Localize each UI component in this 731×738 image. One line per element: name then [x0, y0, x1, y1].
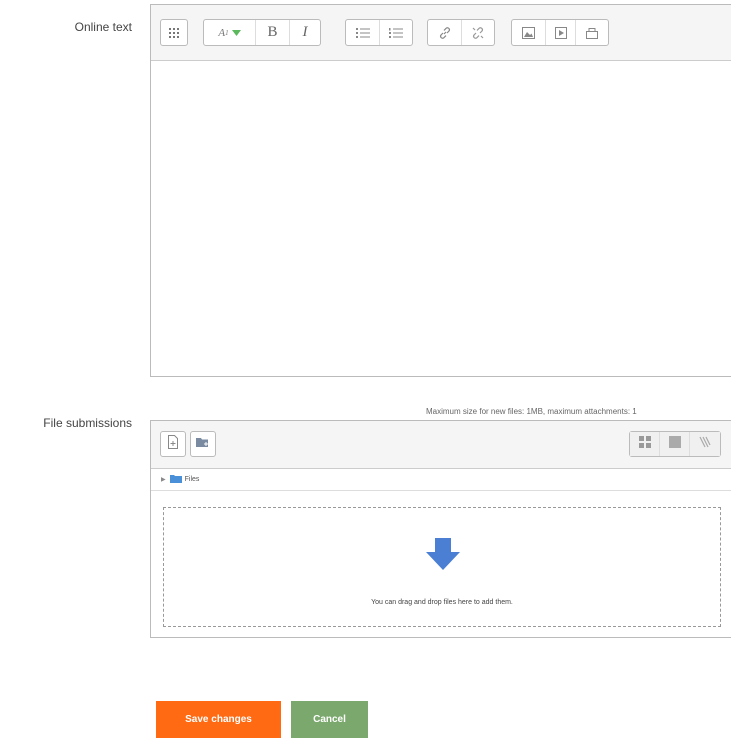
list-view-button[interactable]: [660, 432, 690, 456]
icon-view-button[interactable]: [630, 432, 660, 456]
icon-view-icon: [638, 435, 651, 453]
save-changes-button[interactable]: Save changes: [156, 701, 281, 738]
arrow-down-icon: [426, 538, 460, 575]
unlink-icon: [471, 26, 485, 40]
folder-icon: [169, 474, 182, 485]
max-size-note: Maximum size for new files: 1MB, maximum…: [426, 407, 637, 416]
caret-right-icon[interactable]: ▶: [161, 476, 166, 483]
file-path-bar: ▶ Files: [151, 469, 731, 491]
editor-content-area[interactable]: [151, 61, 731, 376]
create-folder-icon: [196, 435, 210, 453]
style-letter: A: [218, 26, 226, 39]
link-button[interactable]: [428, 20, 462, 45]
toolbar-toggle-button[interactable]: [161, 20, 187, 45]
toolbar-group-style: A1 B I: [203, 19, 321, 46]
unlink-button[interactable]: [462, 20, 494, 45]
bold-button[interactable]: B: [256, 20, 290, 45]
italic-button[interactable]: I: [290, 20, 320, 45]
view-switcher: [629, 431, 721, 457]
toolbar-group-toggle: [160, 19, 188, 46]
image-icon: [522, 26, 535, 39]
style-sub: 1: [225, 28, 229, 37]
ordered-list-icon: [389, 27, 403, 39]
cancel-button[interactable]: Cancel: [291, 701, 368, 738]
italic-icon: I: [302, 24, 308, 40]
ordered-list-button[interactable]: [380, 20, 412, 45]
link-icon: [438, 26, 452, 40]
bold-icon: B: [267, 24, 278, 40]
paragraph-style-icon: A1: [218, 26, 241, 39]
editor-toolbar: A1 B I: [151, 5, 731, 61]
tree-view-icon: [699, 435, 711, 453]
manage-files-icon: [586, 27, 598, 39]
file-manager-toolbar: [151, 421, 731, 469]
unordered-list-button[interactable]: [346, 20, 380, 45]
file-manager: ▶ Files You can drag and drop files here…: [150, 420, 731, 638]
manage-files-button[interactable]: [576, 20, 608, 45]
toolbar-group-lists: [345, 19, 413, 46]
create-folder-button[interactable]: [190, 431, 216, 457]
file-submissions-label: File submissions: [43, 416, 132, 430]
online-text-editor: A1 B I: [150, 4, 731, 377]
media-icon: [554, 26, 567, 39]
toolbar-toggle-icon: [168, 27, 180, 39]
image-button[interactable]: [512, 20, 546, 45]
add-file-button[interactable]: [160, 431, 186, 457]
list-view-icon: [668, 435, 681, 453]
tree-view-button[interactable]: [690, 432, 720, 456]
drop-zone-text: You can drag and drop files here to add …: [371, 599, 513, 606]
online-text-label: Online text: [74, 20, 132, 34]
toolbar-group-links: [427, 19, 495, 46]
path-folder-name[interactable]: Files: [185, 476, 200, 483]
add-file-icon: [166, 434, 180, 454]
unordered-list-icon: [355, 27, 370, 39]
toolbar-group-media: [511, 19, 609, 46]
paragraph-style-button[interactable]: A1: [204, 20, 256, 45]
file-drop-zone[interactable]: You can drag and drop files here to add …: [163, 507, 721, 627]
media-button[interactable]: [546, 20, 576, 45]
